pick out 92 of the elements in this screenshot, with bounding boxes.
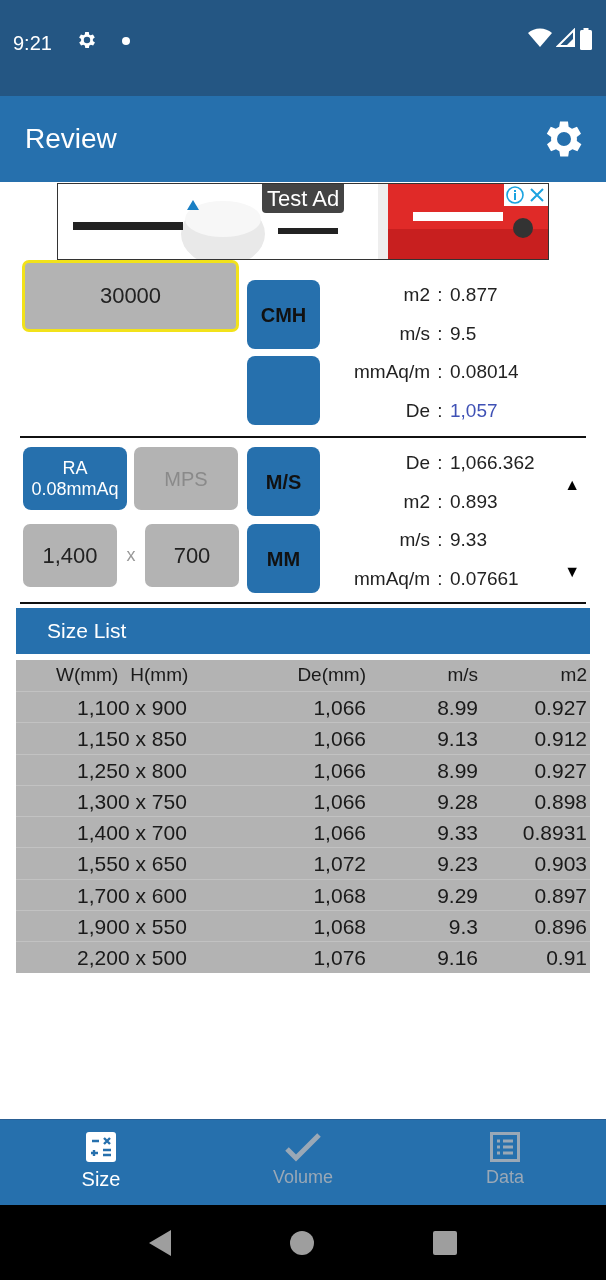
- readout-label: De: [404, 451, 430, 476]
- readout-value: 1,057: [450, 399, 499, 424]
- table-cell-text: 1,066: [312, 820, 366, 847]
- table-cell-text: 9.28: [436, 788, 478, 815]
- table-cell-text: 9.16: [436, 945, 478, 972]
- dot-icon: [121, 37, 130, 45]
- table-cell-text: 1,066: [312, 757, 366, 784]
- readout-label: m2: [402, 489, 430, 514]
- colon: :: [436, 283, 444, 308]
- unit-button[interactable]: CMH: [247, 280, 320, 349]
- size-button[interactable]: MM: [247, 524, 320, 593]
- table-cell-text: 1,068: [312, 882, 366, 909]
- colon: :: [436, 528, 444, 553]
- readout-value: 0.877: [450, 283, 499, 308]
- table-cell-text: 1,900 x 550: [76, 914, 188, 941]
- height-input[interactable]: 700: [145, 524, 239, 587]
- table-cell-text: 1,100 x 900: [76, 695, 188, 721]
- colon: :: [436, 399, 444, 424]
- times-sign: x: [125, 544, 137, 567]
- table-cell-text: 0.927: [533, 757, 587, 784]
- colon: :: [436, 451, 444, 476]
- table-cell-text: 0.912: [533, 726, 587, 753]
- close-icon[interactable]: [526, 184, 548, 206]
- info-icon[interactable]: [504, 184, 526, 206]
- signal-icon: [556, 28, 576, 50]
- width-input[interactable]: 1,400: [23, 524, 117, 587]
- readout-value: 9.5: [450, 321, 478, 346]
- settings-button[interactable]: [544, 119, 584, 159]
- table-cell-text: 2,200 x 500: [76, 945, 188, 972]
- ra-button[interactable]: RA 0.08mmAq: [23, 447, 127, 510]
- column-header: De(mm): [296, 663, 366, 688]
- table-cell-text: 1,150 x 850: [76, 726, 188, 753]
- table-cell-text: 0.897: [533, 882, 587, 909]
- table-cell-text: 0.898: [533, 788, 587, 815]
- home-button[interactable]: [290, 1230, 314, 1255]
- sort-down-button[interactable]: ▼: [564, 560, 580, 584]
- table-cell-text: 9.13: [436, 726, 478, 753]
- table-cell-text: 1,066: [312, 726, 366, 753]
- table-cell-text: 8.99: [436, 757, 478, 784]
- battery-icon: [580, 28, 592, 50]
- flow-input[interactable]: 30000: [22, 260, 239, 332]
- table-cell-text: 9.33: [436, 820, 478, 847]
- readout-label: mmAq/m: [353, 567, 430, 592]
- table-cell-text: 1,700 x 600: [76, 882, 188, 909]
- calculator-icon: [86, 1132, 116, 1162]
- table-cell-text: 1,066: [312, 788, 366, 815]
- colon: :: [436, 321, 444, 346]
- screen-title: Review: [25, 122, 117, 156]
- check-icon: [284, 1132, 322, 1162]
- readout-value: 0.893: [450, 489, 499, 514]
- table-cell-text: 0.91: [545, 945, 587, 972]
- colon: :: [436, 567, 444, 592]
- table-cell-text: 1,300 x 750: [76, 788, 188, 815]
- table-cell-text: 0.927: [533, 695, 587, 721]
- table-cell-text: 1,066: [312, 695, 366, 721]
- readout-value: 1,066.362: [450, 451, 535, 476]
- table-cell-text: 0.896: [533, 914, 587, 941]
- column-header: H(mm): [130, 664, 189, 686]
- recents-button[interactable]: [432, 1230, 457, 1255]
- readout-value: 0.08014: [450, 360, 519, 385]
- colon: :: [436, 489, 444, 514]
- column-header: m/s: [446, 663, 478, 688]
- table-cell-text: 1,072: [312, 851, 366, 878]
- speed-button[interactable]: M/S: [247, 447, 320, 516]
- table-cell-text: 1,076: [312, 945, 366, 972]
- table-cell-text: 1,068: [312, 914, 366, 941]
- table-cell-text: 0.8931: [521, 820, 587, 847]
- list-icon: [490, 1132, 520, 1162]
- readout-label: m/s: [398, 528, 430, 553]
- readout-label: De: [404, 399, 430, 424]
- table-cell-text: 9.3: [447, 914, 478, 941]
- status-time: 9:21: [13, 31, 52, 56]
- table-cell-text: 1,550 x 650: [76, 851, 188, 878]
- table-cell-text: 1,400 x 700: [76, 820, 188, 847]
- ad-label: Test Ad: [262, 184, 345, 213]
- readout-value: 0.07661: [450, 567, 520, 592]
- column-header: m2: [559, 663, 587, 688]
- table-cell-text: 9.23: [436, 851, 478, 878]
- table-cell-text: 8.99: [436, 695, 478, 721]
- nav-tab[interactable]: Size: [0, 1120, 202, 1205]
- back-button[interactable]: [149, 1229, 172, 1256]
- column-header: W(mm): [56, 664, 119, 686]
- table-cell-text: 1,250 x 800: [76, 757, 188, 784]
- colon: :: [436, 360, 444, 385]
- section-title: Size List: [47, 618, 127, 645]
- readout-label: mmAq/m: [353, 360, 430, 385]
- readout-value: 9.33: [450, 528, 488, 553]
- table-cell-text: 9.29: [436, 882, 478, 909]
- readout-label: m2: [402, 283, 430, 308]
- sort-up-button[interactable]: ▲: [564, 473, 580, 497]
- readout-label: m/s: [398, 321, 430, 346]
- table-cell-text: 0.903: [533, 851, 587, 878]
